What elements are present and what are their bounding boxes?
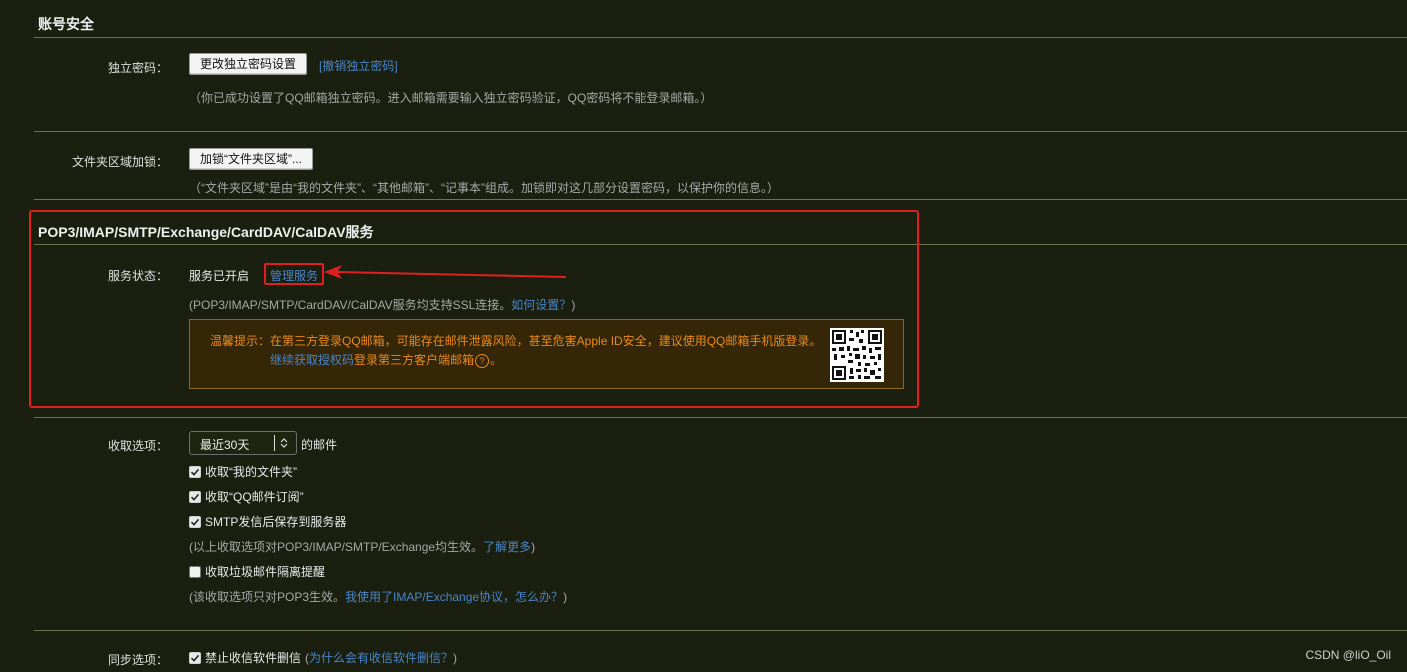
checkbox-checked-icon[interactable] (189, 515, 201, 528)
select-separator (274, 435, 275, 451)
independent-password-note: （你已成功设置了QQ邮箱独立密码。进入邮箱需要输入独立密码验证，QQ密码将不能登… (189, 91, 713, 105)
check-label: 收取垃圾邮件隔离提醒 (205, 565, 326, 579)
receive-range-select[interactable]: 最近30天 (189, 431, 297, 455)
highlight-box-manage-service (264, 263, 324, 285)
watermark-text: CSDN @liO_Oil (1305, 648, 1391, 662)
checkbox-unchecked-icon[interactable] (189, 565, 201, 578)
sync-note: (为什么会有收信软件删信？) (305, 649, 457, 666)
check-my-folders[interactable]: 收取“我的文件夹” (189, 463, 297, 480)
independent-password-label: 独立密码： (107, 61, 168, 75)
folder-lock-note: （“文件夹区域”是由“我的文件夹”、“其他邮箱”、“记事本”组成。加锁即对这几部… (189, 181, 779, 195)
pop3-only-note: (该收取选项只对POP3生效。我使用了IMAP/Exchange协议，怎么办？) (189, 588, 567, 605)
checkbox-checked-icon[interactable] (189, 465, 201, 478)
highlight-box-services (29, 210, 919, 408)
note-prefix: (该收取选项只对POP3生效。 (189, 590, 346, 604)
check-label: 收取“我的文件夹” (205, 465, 297, 479)
divider (34, 417, 1407, 418)
receive-range-suffix: 的邮件 (301, 438, 338, 452)
receive-options-note: (以上收取选项对POP3/IMAP/SMTP/Exchange均生效。了解更多) (189, 538, 535, 555)
why-deleted-link[interactable]: 为什么会有收信软件删信？ (309, 651, 453, 665)
revoke-independent-password-link[interactable]: [撤销独立密码] (319, 57, 398, 74)
divider (34, 199, 1407, 200)
check-label: SMTP发信后保存到服务器 (205, 515, 347, 529)
note-suffix: ) (453, 651, 458, 665)
note-prefix: (以上收取选项对POP3/IMAP/SMTP/Exchange均生效。 (189, 540, 484, 554)
arrow-annotation-icon (324, 265, 566, 279)
section-title-account-security: 账号安全 (38, 16, 94, 32)
select-updown-icon (280, 438, 288, 448)
check-spam-reminder[interactable]: 收取垃圾邮件隔离提醒 (189, 563, 325, 580)
change-independent-password-button[interactable]: 更改独立密码设置 (189, 53, 308, 75)
check-label: 收取“QQ邮件订阅” (205, 490, 304, 504)
checkbox-checked-icon[interactable] (189, 490, 201, 503)
learn-more-link[interactable]: 了解更多 (483, 540, 531, 554)
imap-exchange-help-link[interactable]: 我使用了IMAP/Exchange协议，怎么办？ (345, 590, 563, 604)
check-forbid-delete[interactable]: 禁止收信软件删信 (为什么会有收信软件删信？) (189, 649, 457, 666)
sync-options-label: 同步选项： (107, 653, 168, 667)
divider (34, 630, 1407, 631)
check-smtp-save[interactable]: SMTP发信后保存到服务器 (189, 513, 346, 530)
note-suffix: ) (531, 540, 536, 554)
check-label: 禁止收信软件删信 (205, 651, 302, 665)
divider (34, 37, 1407, 38)
note-suffix: ) (563, 590, 568, 604)
receive-options-label: 收取选项： (107, 439, 168, 453)
folder-lock-label: 文件夹区域加锁： (71, 155, 168, 169)
checkbox-checked-icon[interactable] (189, 651, 201, 664)
receive-range-value: 最近30天 (200, 438, 250, 452)
divider (34, 131, 1407, 132)
lock-folder-area-button[interactable]: 加锁“文件夹区域”... (189, 148, 313, 170)
check-qq-subscription[interactable]: 收取“QQ邮件订阅” (189, 488, 304, 505)
